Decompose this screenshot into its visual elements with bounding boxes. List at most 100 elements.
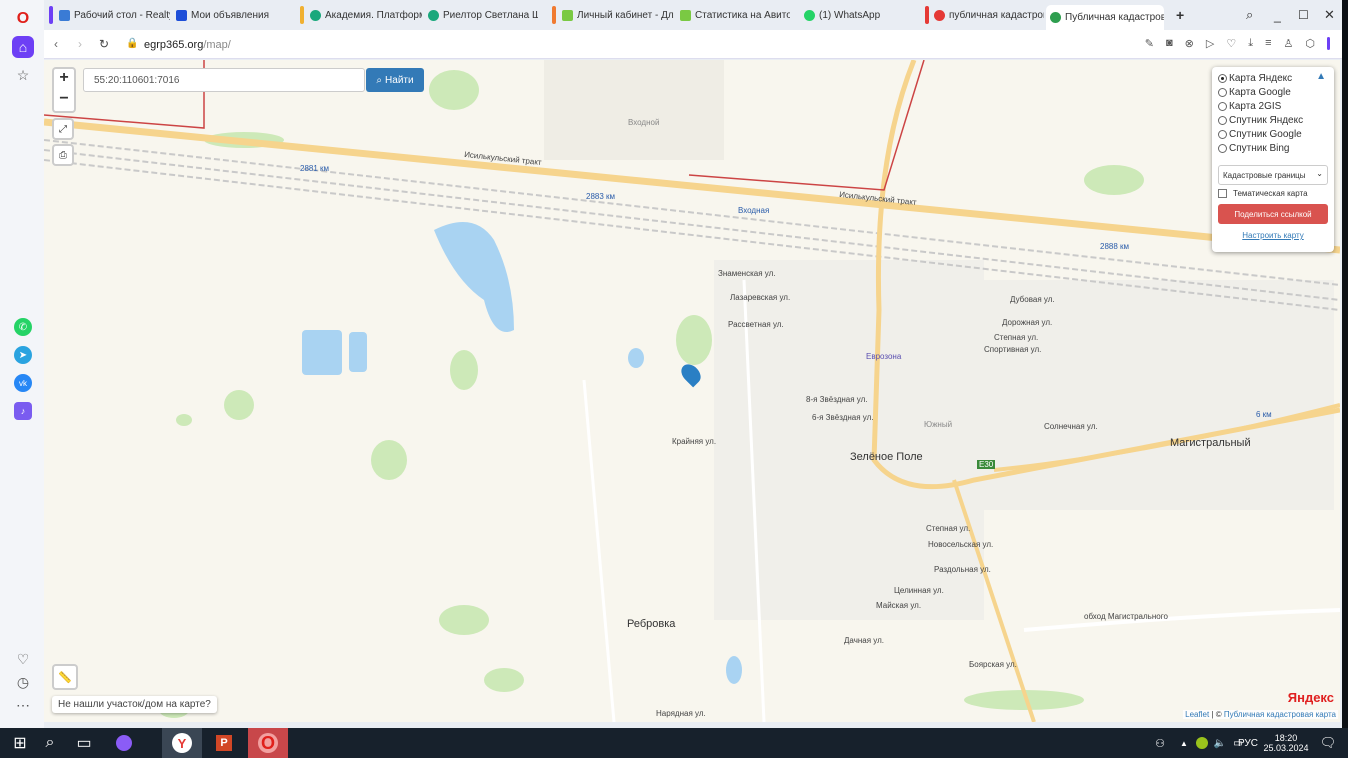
whatsapp-icon[interactable]: ✆ bbox=[14, 318, 32, 336]
more-icon[interactable]: ⋯ bbox=[12, 694, 34, 716]
radio bbox=[1218, 143, 1227, 153]
menu-icon[interactable]: ≡ bbox=[1265, 37, 1271, 50]
edit-icon[interactable]: ✎ bbox=[1145, 37, 1154, 50]
tab-group-marker bbox=[300, 6, 304, 24]
player-icon[interactable]: ♪ bbox=[14, 402, 32, 420]
overlay-select[interactable]: Кадастровые границы ⌄ bbox=[1218, 165, 1328, 185]
tab[interactable]: Риелтор Светлана Шуль bbox=[424, 4, 538, 26]
search-tabs-icon[interactable]: ⌕ bbox=[1242, 4, 1253, 26]
layer-label: Карта Google bbox=[1229, 86, 1291, 98]
send-icon[interactable]: ▷ bbox=[1206, 37, 1214, 50]
tab-favicon-icon bbox=[934, 9, 945, 21]
checkbox[interactable] bbox=[1218, 189, 1227, 198]
browser-window: O ⌂ ☆ ✆ ➤ vk ♪ ♡ ◷ ⋯ Рабочий стол - Real… bbox=[0, 0, 1342, 728]
map-label-street: Нарядная ул. bbox=[656, 709, 706, 718]
tab-group-marker bbox=[49, 6, 53, 24]
alice-icon[interactable] bbox=[116, 735, 132, 751]
leaflet-link[interactable]: Leaflet bbox=[1185, 710, 1209, 719]
profile-icon[interactable]: ♙ bbox=[1284, 37, 1294, 50]
history-icon[interactable]: ◷ bbox=[12, 671, 34, 693]
tab-favicon-icon bbox=[176, 9, 187, 21]
forward-button[interactable]: › bbox=[78, 37, 82, 51]
url-field[interactable]: egrp365.org/map/ bbox=[144, 39, 231, 51]
url-path: /map/ bbox=[203, 39, 231, 51]
chevron-down-icon: ⌄ bbox=[1316, 169, 1323, 178]
close-window-button[interactable]: ✕ bbox=[1320, 4, 1335, 26]
tab[interactable]: Академия. Платформа з bbox=[306, 4, 422, 26]
tab-favicon-icon bbox=[804, 9, 815, 21]
map-label-street: Целинная ул. bbox=[894, 586, 944, 595]
powerpoint-icon[interactable]: P bbox=[204, 728, 244, 758]
map-canvas[interactable]: Исилькульский тракт Исилькульский тракт … bbox=[44, 60, 1340, 722]
layer-label: Спутник Bing bbox=[1229, 142, 1290, 154]
heart-icon[interactable]: ♡ bbox=[12, 648, 34, 670]
layer-option[interactable]: Спутник Bing bbox=[1218, 141, 1328, 155]
not-found-button[interactable]: Не нашли участок/дом на карте? bbox=[52, 696, 217, 713]
tab-label: (1) WhatsApp bbox=[819, 9, 881, 21]
new-tab-button[interactable]: + bbox=[1172, 4, 1184, 26]
yandex-browser-icon[interactable]: Y bbox=[162, 728, 202, 758]
tab[interactable]: (1) WhatsApp bbox=[800, 4, 910, 26]
zoom-out-button[interactable]: − bbox=[59, 90, 68, 111]
cadastral-search-input[interactable]: 55:20:110601:7016 bbox=[83, 68, 365, 92]
radio bbox=[1218, 101, 1227, 111]
tab-label: Академия. Платформа з bbox=[325, 9, 422, 21]
back-button[interactable]: ‹ bbox=[54, 37, 58, 51]
configure-map-link[interactable]: Настроить карту bbox=[1218, 231, 1328, 240]
map-label-street: Дачная ул. bbox=[844, 636, 884, 645]
map-label-station: 2881 км bbox=[300, 164, 330, 173]
notifications-icon[interactable]: 🗨 bbox=[1308, 728, 1348, 758]
tab[interactable]: Мои объявления bbox=[172, 4, 292, 26]
ruler-button[interactable]: 📏 bbox=[52, 664, 78, 690]
source-link[interactable]: Публичная кадастровая карта bbox=[1224, 710, 1336, 719]
adblock-icon[interactable]: ⊗ bbox=[1185, 37, 1194, 50]
tab[interactable]: Рабочий стол - RealtyRu bbox=[55, 4, 170, 26]
download-icon[interactable]: ⤓ bbox=[1248, 37, 1253, 50]
clock[interactable]: 18:20 25.03.2024 bbox=[1260, 728, 1312, 758]
star-icon[interactable]: ☆ bbox=[12, 64, 34, 86]
url-host: egrp365.org bbox=[144, 39, 204, 51]
home-icon[interactable]: ⌂ bbox=[12, 36, 34, 58]
telegram-icon[interactable]: ➤ bbox=[14, 346, 32, 364]
heart-icon[interactable]: ♡ bbox=[1226, 37, 1236, 50]
thematic-map-checkbox[interactable]: Тематическая карта bbox=[1218, 189, 1328, 198]
opera-logo-icon[interactable]: O bbox=[12, 8, 34, 30]
layer-option[interactable]: Спутник Google bbox=[1218, 127, 1328, 141]
layer-option[interactable]: Карта Яндекс bbox=[1218, 71, 1328, 85]
layer-option[interactable]: Спутник Яндекс bbox=[1218, 113, 1328, 127]
overlay-select-value: Кадастровые границы bbox=[1223, 171, 1306, 180]
layer-option[interactable]: Карта Google bbox=[1218, 85, 1328, 99]
tab[interactable]: публичная кадастровая bbox=[930, 4, 1044, 26]
map-label-street: обход Магистрального bbox=[1084, 612, 1168, 621]
radio bbox=[1218, 87, 1227, 97]
layers-panel: ▲ Карта Яндекс Карта Google Карта 2GIS С… bbox=[1212, 67, 1334, 252]
share-link-button[interactable]: Поделиться ссылкой bbox=[1218, 204, 1328, 224]
layer-option[interactable]: Карта 2GIS bbox=[1218, 99, 1328, 113]
tab[interactable]: Личный кабинет - Для п bbox=[558, 4, 674, 26]
tab-label: Рабочий стол - RealtyRu bbox=[74, 9, 170, 21]
zoom-in-button[interactable]: + bbox=[59, 69, 68, 90]
maximize-button[interactable]: ☐ bbox=[1294, 4, 1309, 26]
extensions-icon[interactable]: ⬡ bbox=[1305, 37, 1315, 50]
camera-icon[interactable]: ◙ bbox=[1166, 37, 1173, 50]
opera-sidebar: O ⌂ ☆ ✆ ➤ vk ♪ ♡ ◷ ⋯ bbox=[0, 0, 44, 728]
task-view-icon[interactable]: ▭ bbox=[64, 728, 104, 758]
tab-label: публичная кадастровая bbox=[949, 9, 1044, 21]
map-label-street: Степная ул. bbox=[994, 333, 1039, 342]
tab[interactable]: Статистика на Авито Pro bbox=[676, 4, 790, 26]
fullscreen-button[interactable]: ⤢ bbox=[52, 118, 74, 140]
map-label-street: Боярская ул. bbox=[969, 660, 1017, 669]
map-label-street: 6-я Звёздная ул. bbox=[812, 413, 874, 422]
time: 18:20 bbox=[1274, 733, 1298, 743]
minimize-button[interactable]: _ bbox=[1270, 4, 1281, 26]
map-label-station: 2888 км bbox=[1100, 242, 1130, 251]
print-button[interactable]: ⎙ bbox=[52, 144, 74, 166]
opera-taskbar-icon[interactable]: O bbox=[248, 728, 288, 758]
collapse-chevron-icon[interactable]: ▲ bbox=[1316, 71, 1326, 82]
reload-button[interactable]: ↻ bbox=[99, 37, 109, 51]
tab-active[interactable]: Публичная кадастровая bbox=[1046, 5, 1164, 30]
map-label-street: Новосельская ул. bbox=[928, 540, 994, 549]
vk-icon[interactable]: vk bbox=[14, 374, 32, 392]
tab-label: Статистика на Авито Pro bbox=[695, 9, 790, 21]
search-button[interactable]: ⌕ Найти bbox=[366, 68, 424, 92]
